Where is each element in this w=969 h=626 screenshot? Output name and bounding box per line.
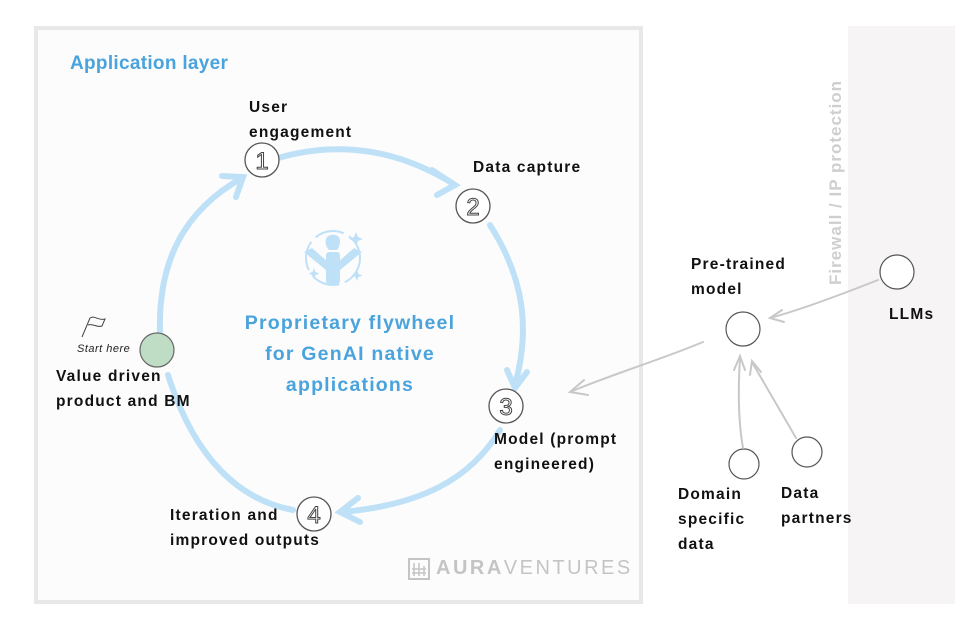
- arrow-1-to-2: [275, 146, 458, 188]
- step-3-label: Model (prompt engineered): [494, 431, 618, 473]
- start-node: [139, 332, 175, 368]
- step-1-number: 1: [255, 148, 268, 175]
- logo-bold: AURA: [436, 557, 504, 579]
- arrow-2-to-3: [487, 222, 526, 388]
- logo-light: VENTURES: [503, 557, 633, 579]
- flywheel-title: Proprietary flywheel for GenAI native ap…: [244, 312, 456, 396]
- step-2-number: 2: [466, 194, 479, 221]
- data-partners-label: Data partners: [781, 485, 853, 527]
- person-celebrating-icon: [304, 230, 363, 286]
- aura-ventures-logo: AURAVENTURES: [408, 557, 633, 580]
- start-node-label: Value driven product and BM: [56, 368, 191, 410]
- step-2-label: Data capture: [473, 159, 582, 176]
- arrow-3-to-4: [339, 427, 503, 515]
- grid-logo-icon: [408, 557, 430, 580]
- llms-label: LLMs: [889, 306, 935, 323]
- arrowhead-2: [429, 167, 461, 198]
- step-4-label: Iteration and improved outputs: [170, 507, 321, 549]
- llms-node: [879, 254, 915, 290]
- domain-to-pretrained-arrow: [737, 357, 744, 449]
- pretrained-model-label: Pre-trained model: [691, 256, 787, 298]
- pretrained-to-model-arrow: [569, 341, 704, 393]
- domain-data-node: [728, 448, 760, 480]
- step-3-number: 3: [499, 394, 512, 421]
- flag-icon: [81, 316, 106, 338]
- partners-to-pretrained-arrow: [751, 361, 797, 439]
- step-1-label: User engagement: [249, 99, 353, 141]
- llms-to-pretrained-arrow: [769, 279, 879, 319]
- data-partners-node: [791, 436, 823, 468]
- start-here-label: Start here: [77, 343, 131, 355]
- pretrained-model-node: [725, 311, 761, 347]
- domain-data-label: Domain specific data: [678, 486, 746, 553]
